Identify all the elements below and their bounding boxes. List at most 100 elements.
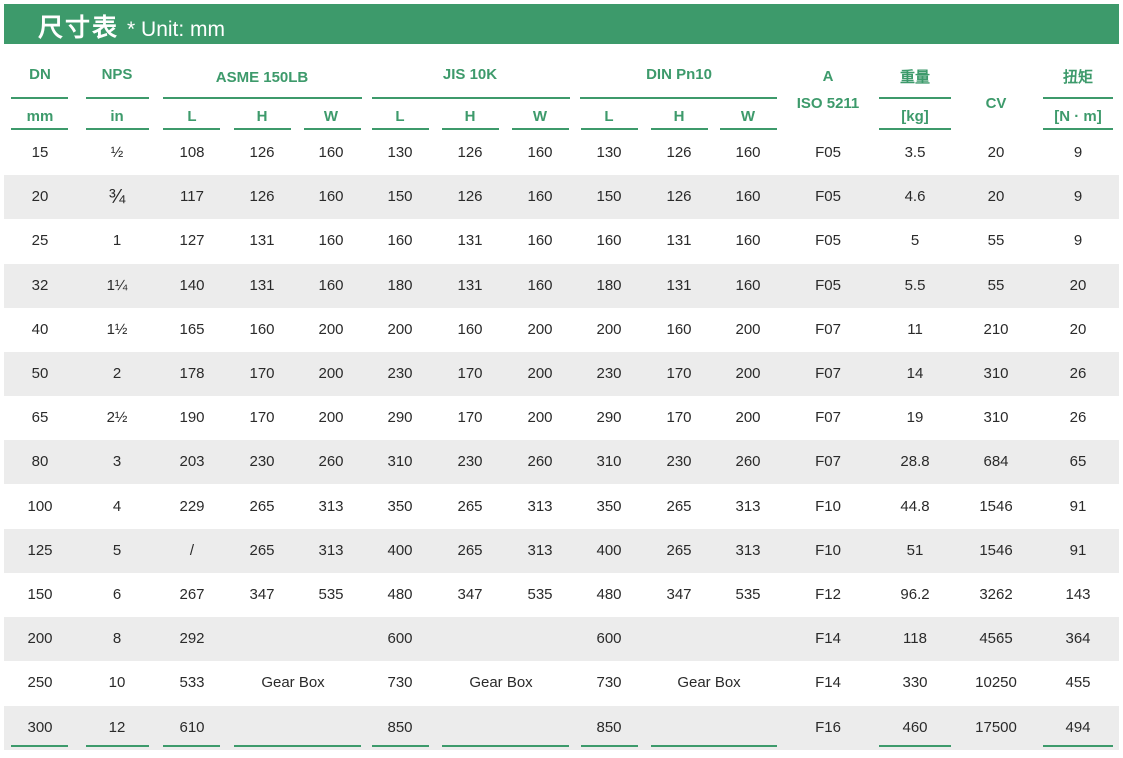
cell-din-h: 126 xyxy=(666,144,692,161)
header-din-l: L xyxy=(604,108,614,125)
cell-cv: 20 xyxy=(987,144,1005,161)
cell-weight: 5.5 xyxy=(904,276,926,294)
cell-asme-h: 230 xyxy=(249,453,275,471)
cell-asme-w: 160 xyxy=(318,232,344,250)
divider xyxy=(651,128,708,130)
divider xyxy=(442,128,499,130)
header-jis-l: L xyxy=(395,108,405,125)
header-jis-w: W xyxy=(532,108,548,125)
cell-din-h: 347 xyxy=(666,586,692,603)
header-asme-w: W xyxy=(323,108,339,125)
cell-nps: 2 xyxy=(112,365,122,382)
cell-asme-w: 200 xyxy=(318,320,344,338)
header-asme-l: L xyxy=(187,108,197,125)
cell-torque: 9 xyxy=(1073,232,1083,250)
cell-din-l: 850 xyxy=(596,718,622,736)
unit-note: * Unit: mm xyxy=(127,18,226,41)
cell-jis-h: 160 xyxy=(457,320,483,338)
header-weight-unit: [kg] xyxy=(901,108,929,125)
cell-weight: 460 xyxy=(902,718,928,736)
table-row: 65 2½ 190 170 200 290 170 200 290 170 200 F07 19 310 2… xyxy=(4,396,1119,440)
cell-torque: 26 xyxy=(1069,409,1087,427)
cell-asme-h: 170 xyxy=(249,365,275,382)
cell-asme-w: 160 xyxy=(318,188,344,206)
cell-nps: 1¼ xyxy=(106,276,128,294)
cell-torque: 364 xyxy=(1065,630,1091,648)
cell-asme-w: 313 xyxy=(318,497,344,515)
cell-cv: 3262 xyxy=(979,586,1013,603)
cell-jis-l: 160 xyxy=(387,232,413,250)
cell-jis-l: 600 xyxy=(387,630,413,648)
table-row: 150 6 267 347 535 480 347 535 480 347 535 F12 96.2 32… xyxy=(4,573,1119,617)
divider xyxy=(304,128,361,130)
cell-weight: 14 xyxy=(906,365,924,382)
cell-cv: 210 xyxy=(983,320,1009,338)
divider xyxy=(86,745,149,747)
divider xyxy=(581,128,638,130)
cell-torque: 9 xyxy=(1073,188,1083,206)
cell-jis-h: 126 xyxy=(457,188,483,206)
cell-nps: 10 xyxy=(108,674,126,692)
cell-asme-h: 131 xyxy=(249,232,275,250)
cell-dn: 65 xyxy=(31,409,49,427)
cell-jis-l: 350 xyxy=(387,497,413,515)
cell-din-l: 130 xyxy=(596,144,622,161)
cell-torque: 455 xyxy=(1065,674,1091,692)
header-weight: 重量 xyxy=(899,68,931,86)
cell-nps: 1 xyxy=(112,232,122,250)
cell-asme-l: / xyxy=(189,541,195,559)
cell-din-w: 200 xyxy=(735,320,761,338)
cell-asme-l: 165 xyxy=(179,320,205,338)
cell-din-w: 160 xyxy=(735,232,761,250)
cell-asme-h: 265 xyxy=(249,541,275,559)
cell-jis-l: 130 xyxy=(387,144,413,161)
table-row: 100 4 229 265 313 350 265 313 350 265 313 F10 44.8 15… xyxy=(4,485,1119,529)
cell-weight: 44.8 xyxy=(900,497,930,515)
cell-cv: 20 xyxy=(987,188,1005,206)
table-row: 200 8 292 600 600 F14 118 4565 364 xyxy=(4,617,1119,662)
cell-din-h: 170 xyxy=(666,365,692,382)
divider xyxy=(1043,745,1113,747)
divider xyxy=(11,128,68,130)
cell-jis-w: 535 xyxy=(527,586,553,603)
cell-dn: 80 xyxy=(31,453,49,471)
cell-cv: 1546 xyxy=(979,497,1013,515)
divider xyxy=(163,97,362,99)
cell-asme-l: 108 xyxy=(179,144,205,161)
cell-dn: 125 xyxy=(27,541,53,559)
cell-asme-l: 117 xyxy=(180,188,204,206)
cell-din-w: 160 xyxy=(735,276,761,294)
divider xyxy=(879,128,951,130)
cell-din-h: 170 xyxy=(666,409,692,427)
cell-cv: 684 xyxy=(983,453,1009,471)
gear-box-label-jis: Gear Box xyxy=(469,674,533,692)
cell-iso5211: F07 xyxy=(815,453,841,471)
cell-din-w: 260 xyxy=(735,453,761,471)
divider xyxy=(372,745,429,747)
cell-torque: 143 xyxy=(1065,586,1091,603)
cell-dn: 300 xyxy=(27,718,53,736)
cell-asme-l: 190 xyxy=(179,409,205,427)
cell-jis-w: 160 xyxy=(527,232,553,250)
table-row: 20 ¾ 117 126 160 150 126 160 150 126 160 F05 4.6 20 9 xyxy=(4,175,1119,220)
cell-dn: 15 xyxy=(31,144,49,161)
cell-dn: 50 xyxy=(31,365,49,382)
cell-cv: 17500 xyxy=(975,718,1017,736)
table-row: 15 ½ 108 126 160 130 126 160 130 126 160 F05 3.5 20 9 xyxy=(4,131,1119,175)
cell-iso5211: F10 xyxy=(815,541,841,559)
cell-din-h: 131 xyxy=(666,232,692,250)
cell-jis-h: 230 xyxy=(457,453,483,471)
cell-din-h: 265 xyxy=(666,541,692,559)
cell-din-w: 200 xyxy=(735,365,761,382)
cell-din-l: 160 xyxy=(596,232,622,250)
cell-iso5211: F05 xyxy=(815,276,841,294)
cell-nps: ½ xyxy=(110,144,124,161)
table-row: 125 5 / 265 313 400 265 313 400 265 313 F10 51 1546 91 xyxy=(4,528,1119,573)
cell-dn: 100 xyxy=(27,497,53,515)
cell-iso5211: F07 xyxy=(815,320,841,338)
cell-iso5211: F05 xyxy=(815,144,841,161)
cell-din-w: 160 xyxy=(735,144,761,161)
cell-jis-l: 180 xyxy=(387,276,413,294)
cell-din-l: 350 xyxy=(596,497,622,515)
cell-asme-h: 160 xyxy=(249,320,275,338)
